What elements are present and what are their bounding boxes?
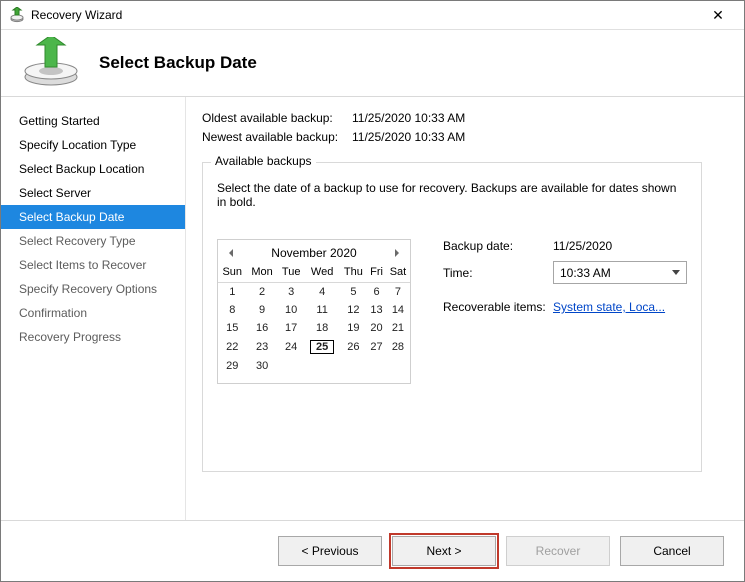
calendar-dow-label: Wed: [305, 264, 340, 283]
calendar-day-cell[interactable]: 24: [278, 337, 305, 357]
wizard-step: Recovery Progress: [1, 325, 185, 349]
time-value: 10:33 AM: [560, 266, 611, 280]
calendar-dow-label: Thu: [340, 264, 368, 283]
calendar-day-cell[interactable]: 1: [218, 283, 247, 302]
calendar-dow-label: Tue: [278, 264, 305, 283]
available-backups-group: Available backups Select the date of a b…: [202, 162, 702, 472]
title-bar: Recovery Wizard ✕: [1, 1, 744, 30]
calendar-day-cell[interactable]: 23: [247, 337, 278, 357]
calendar-day-cell[interactable]: 27: [367, 337, 386, 357]
groupbox-description: Select the date of a backup to use for r…: [217, 181, 687, 209]
calendar-day-cell[interactable]: 8: [218, 301, 247, 319]
recover-button: Recover: [506, 536, 610, 566]
time-dropdown[interactable]: 10:33 AM: [553, 261, 687, 284]
calendar-day-cell[interactable]: 22: [218, 337, 247, 357]
calendar-day-cell[interactable]: 10: [278, 301, 305, 319]
wizard-step[interactable]: Select Server: [1, 181, 185, 205]
wizard-step[interactable]: Select Backup Location: [1, 157, 185, 181]
calendar-next-icon[interactable]: [390, 246, 404, 260]
time-label: Time:: [443, 266, 553, 280]
wizard-step: Select Items to Recover: [1, 253, 185, 277]
calendar-day-cell[interactable]: 14: [386, 301, 410, 319]
oldest-backup-label: Oldest available backup:: [202, 111, 352, 125]
newest-backup-value: 11/25/2020 10:33 AM: [352, 130, 465, 144]
wizard-step: Confirmation: [1, 301, 185, 325]
window-title: Recovery Wizard: [31, 8, 700, 22]
calendar-day-cell[interactable]: 30: [247, 357, 278, 375]
calendar-day-cell[interactable]: 20: [367, 319, 386, 337]
page-header: Select Backup Date: [1, 30, 744, 97]
calendar-day-cell[interactable]: 3: [278, 283, 305, 302]
calendar-dow-label: Mon: [247, 264, 278, 283]
calendar-day-cell: [305, 357, 340, 375]
close-icon[interactable]: ✕: [700, 3, 736, 27]
page-title: Select Backup Date: [99, 53, 257, 73]
app-icon: [9, 7, 25, 23]
calendar-day-cell[interactable]: 13: [367, 301, 386, 319]
calendar-day-cell[interactable]: 7: [386, 283, 410, 302]
calendar-dow-label: Sun: [218, 264, 247, 283]
calendar-prev-icon[interactable]: [224, 246, 238, 260]
backup-details: Backup date: 11/25/2020 Time: 10:33 AM R…: [443, 239, 687, 384]
newest-backup-label: Newest available backup:: [202, 130, 352, 144]
calendar-dow-label: Sat: [386, 264, 410, 283]
previous-button[interactable]: < Previous: [278, 536, 382, 566]
recoverable-items-link[interactable]: System state, Loca...: [553, 300, 665, 314]
oldest-backup-value: 11/25/2020 10:33 AM: [352, 111, 465, 125]
wizard-step[interactable]: Getting Started: [1, 109, 185, 133]
calendar-month-label: November 2020: [271, 246, 356, 260]
calendar-day-cell[interactable]: 26: [340, 337, 368, 357]
calendar-day-cell[interactable]: 2: [247, 283, 278, 302]
calendar-day-cell: [340, 357, 368, 375]
wizard-step[interactable]: Select Backup Date: [1, 205, 185, 229]
calendar-day-cell[interactable]: 4: [305, 283, 340, 302]
calendar-day-cell[interactable]: 12: [340, 301, 368, 319]
calendar-day-cell[interactable]: 17: [278, 319, 305, 337]
calendar-day-cell[interactable]: 15: [218, 319, 247, 337]
calendar-day-cell[interactable]: 5: [340, 283, 368, 302]
calendar-day-cell[interactable]: 21: [386, 319, 410, 337]
calendar-day-cell: [367, 357, 386, 375]
calendar-day-cell: [278, 357, 305, 375]
cancel-button[interactable]: Cancel: [620, 536, 724, 566]
wizard-footer: < Previous Next > Recover Cancel: [1, 520, 744, 581]
backup-drive-icon: [21, 37, 81, 89]
wizard-steps-sidebar: Getting StartedSpecify Location TypeSele…: [1, 97, 186, 520]
date-picker-calendar[interactable]: November 2020 SunMonTueWedThuFriSat 1234…: [217, 239, 411, 384]
calendar-day-cell[interactable]: 25: [305, 337, 340, 357]
main-pane: Oldest available backup: 11/25/2020 10:3…: [186, 97, 744, 520]
calendar-day-cell[interactable]: 6: [367, 283, 386, 302]
backup-date-value: 11/25/2020: [553, 239, 612, 253]
wizard-step[interactable]: Specify Location Type: [1, 133, 185, 157]
calendar-day-cell: [386, 357, 410, 375]
calendar-grid: SunMonTueWedThuFriSat 123456789101112131…: [218, 264, 410, 375]
recovery-wizard-window: Recovery Wizard ✕ Select Backup Date Get…: [0, 0, 745, 582]
groupbox-title: Available backups: [211, 154, 316, 168]
recoverable-items-label: Recoverable items:: [443, 300, 553, 314]
calendar-dow-label: Fri: [367, 264, 386, 283]
wizard-step: Select Recovery Type: [1, 229, 185, 253]
calendar-day-cell[interactable]: 29: [218, 357, 247, 375]
calendar-day-cell[interactable]: 28: [386, 337, 410, 357]
next-button[interactable]: Next >: [392, 536, 496, 566]
calendar-day-cell[interactable]: 11: [305, 301, 340, 319]
calendar-day-cell[interactable]: 19: [340, 319, 368, 337]
calendar-day-cell[interactable]: 16: [247, 319, 278, 337]
calendar-day-cell[interactable]: 9: [247, 301, 278, 319]
backup-date-label: Backup date:: [443, 239, 553, 253]
calendar-day-cell[interactable]: 18: [305, 319, 340, 337]
wizard-step: Specify Recovery Options: [1, 277, 185, 301]
